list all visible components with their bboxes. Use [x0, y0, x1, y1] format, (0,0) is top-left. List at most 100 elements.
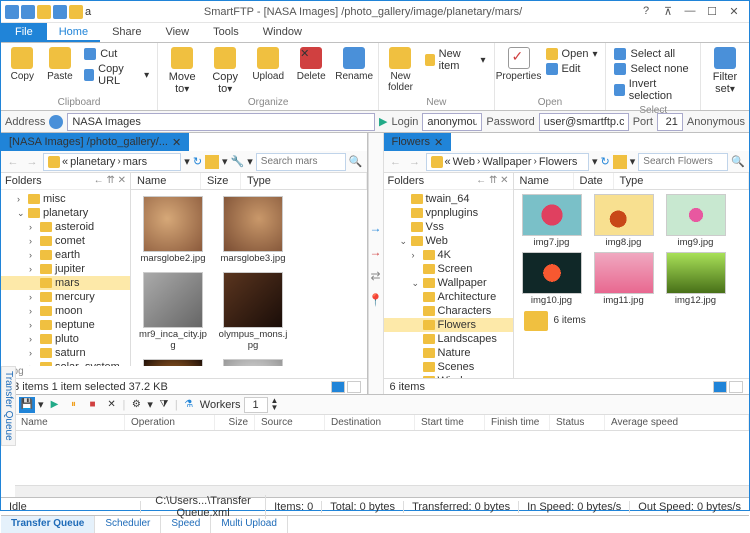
help-button[interactable]: ?: [639, 5, 653, 18]
file-thumb[interactable]: [217, 359, 289, 366]
filter-icon[interactable]: ⧩: [156, 397, 172, 413]
file-thumb[interactable]: marsglobe2.jpg: [137, 196, 209, 264]
tree-node[interactable]: ›neptune: [1, 318, 130, 332]
save-icon[interactable]: 💾: [19, 397, 35, 413]
file-thumb[interactable]: olympus_mons.jpg: [217, 272, 289, 351]
search-icon[interactable]: 🔍: [731, 155, 745, 168]
tree-node[interactable]: ⌄planetary: [1, 206, 130, 220]
move-to-button[interactable]: Move to▾: [162, 45, 202, 97]
qat-icon[interactable]: [21, 5, 35, 19]
tab-home[interactable]: Home: [47, 23, 100, 42]
file-thumb[interactable]: img10.jpg: [518, 252, 586, 306]
col-operation[interactable]: Operation: [125, 415, 215, 430]
tab-view[interactable]: View: [153, 23, 201, 42]
tab-scheduler[interactable]: Scheduler: [95, 516, 161, 533]
go-button[interactable]: ▶: [379, 115, 387, 128]
stop-icon[interactable]: ■: [85, 397, 101, 413]
pin-icon[interactable]: 📍: [368, 293, 383, 307]
file-tab[interactable]: File: [1, 23, 47, 42]
upload-button[interactable]: Upload: [248, 45, 288, 97]
panel-controls[interactable]: ← ⇈ ✕: [94, 175, 126, 187]
sync-icon[interactable]: ⇄: [370, 269, 380, 283]
folder-icon[interactable]: [69, 5, 83, 19]
login-input[interactable]: [422, 113, 482, 131]
col-status[interactable]: Status: [550, 415, 605, 430]
tree-node[interactable]: vpnplugins: [384, 206, 513, 220]
file-thumb[interactable]: img7.jpg: [518, 194, 586, 248]
folder-icon[interactable]: [205, 155, 219, 169]
new-folder-button[interactable]: New folder: [383, 45, 418, 97]
file-thumb[interactable]: [137, 359, 209, 366]
close-tab-icon[interactable]: ✕: [172, 136, 181, 149]
tree-node[interactable]: ›asteroid: [1, 220, 130, 234]
tab-speed[interactable]: Speed: [161, 516, 211, 533]
back-button[interactable]: ←: [5, 156, 21, 168]
thumbnail-grid[interactable]: marsglobe2.jpgmarsglobe3.jpgmr9_inca_cit…: [131, 190, 367, 366]
tree-node[interactable]: Landscapes: [384, 332, 513, 346]
close-tab-icon[interactable]: ✕: [434, 136, 443, 149]
paste-button[interactable]: Paste: [43, 45, 78, 97]
tree-node[interactable]: ›mercury: [1, 290, 130, 304]
copy-to-button[interactable]: Copy to▾: [205, 45, 245, 97]
col-destination[interactable]: Destination: [325, 415, 415, 430]
tree-node[interactable]: Characters: [384, 304, 513, 318]
rename-button[interactable]: Rename: [334, 45, 374, 97]
qat-icon[interactable]: [53, 5, 67, 19]
folder-summary[interactable]: 6 items: [518, 311, 746, 331]
panel-controls[interactable]: ← ⇈ ✕: [476, 175, 508, 187]
col-name[interactable]: Name: [131, 173, 201, 189]
workers-input[interactable]: [244, 397, 268, 413]
cut-button[interactable]: Cut: [82, 47, 151, 61]
port-input[interactable]: [657, 113, 683, 131]
tree-node[interactable]: Scenes: [384, 360, 513, 374]
tree-node[interactable]: Flowers: [384, 318, 513, 332]
password-input[interactable]: [539, 113, 629, 131]
pane-tab[interactable]: [NASA Images] /photo_gallery/...✕: [1, 133, 189, 151]
col-avg[interactable]: Average speed: [605, 415, 749, 430]
qat-icon[interactable]: [5, 5, 19, 19]
scrollbar[interactable]: [15, 485, 749, 497]
invert-selection-button[interactable]: Invert selection: [612, 77, 694, 103]
open-button[interactable]: Open ▾: [544, 47, 600, 61]
tab-transfer-queue[interactable]: Transfer Queue: [1, 516, 95, 533]
tab-share[interactable]: Share: [100, 23, 153, 42]
queue-columns[interactable]: Name Operation Size Source Destination S…: [15, 415, 749, 431]
tree-node[interactable]: ›comet: [1, 234, 130, 248]
col-size[interactable]: Size: [215, 415, 255, 430]
back-button[interactable]: ←: [388, 156, 404, 168]
col-date[interactable]: Date: [574, 173, 614, 189]
tree-node[interactable]: ›jupiter: [1, 262, 130, 276]
queue-body[interactable]: [15, 431, 749, 485]
tree-node[interactable]: mars: [1, 276, 130, 290]
forward-button[interactable]: →: [24, 156, 40, 168]
file-thumb[interactable]: img11.jpg: [590, 252, 658, 306]
transfer-right-icon[interactable]: →: [370, 221, 382, 235]
folder-tree[interactable]: twain_64vpnpluginsVss⌄Web›4KScreen⌄Wallp…: [384, 190, 513, 378]
stepper-icon[interactable]: ▲▼: [271, 398, 279, 411]
view-toggles[interactable]: [331, 381, 361, 393]
close-button[interactable]: ✕: [727, 5, 741, 18]
select-all-button[interactable]: Select all: [612, 47, 694, 61]
column-headers[interactable]: Name Date Type: [514, 173, 750, 190]
breadcrumb[interactable]: «planetary›mars: [43, 153, 181, 171]
delete-button[interactable]: ✕Delete: [291, 45, 331, 97]
copy-url-button[interactable]: Copy URL ▾: [82, 62, 151, 88]
tree-node[interactable]: ›saturn: [1, 346, 130, 360]
tree-node[interactable]: ›misc: [1, 192, 130, 206]
col-type[interactable]: Type: [241, 173, 367, 189]
properties-button[interactable]: Properties: [499, 45, 539, 97]
folder-tree[interactable]: ›misc⌄planetary›asteroid›comet›earth›jup…: [1, 190, 130, 366]
tree-node[interactable]: Architecture: [384, 290, 513, 304]
copy-button[interactable]: Copy: [5, 45, 40, 97]
tree-node[interactable]: ⌄Wallpaper: [384, 276, 513, 290]
search-icon[interactable]: 🔍: [349, 155, 363, 168]
file-thumb[interactable]: marsglobe3.jpg: [217, 196, 289, 264]
transfer-right-red-icon[interactable]: →: [370, 245, 382, 259]
file-thumb[interactable]: img12.jpg: [662, 252, 730, 306]
tree-node[interactable]: ›pluto: [1, 332, 130, 346]
transfer-queue-side-tab[interactable]: Transfer Queue: [1, 366, 16, 446]
file-thumb[interactable]: img8.jpg: [590, 194, 658, 248]
view-toggles[interactable]: [713, 381, 743, 393]
edit-button[interactable]: Edit: [544, 62, 600, 76]
tree-node[interactable]: twain_64: [384, 192, 513, 206]
